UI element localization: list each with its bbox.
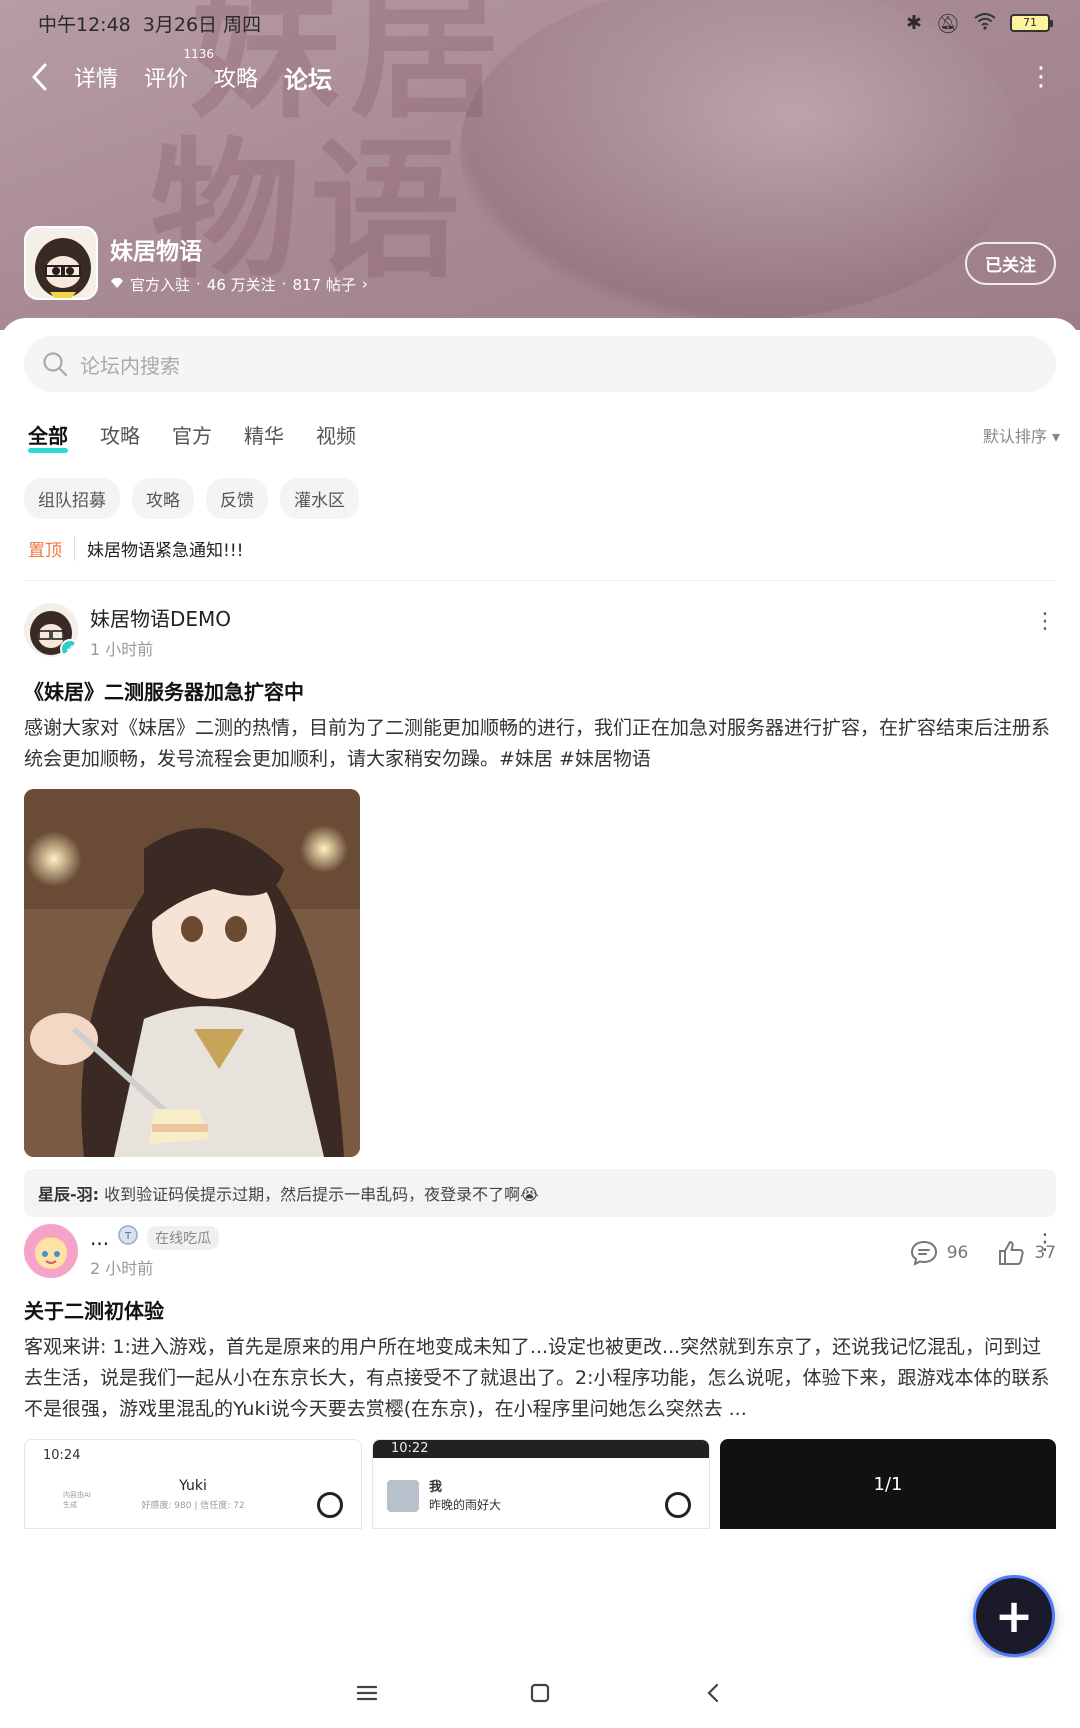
forum-header: 妹居物语 官方入驻 · 46 万关注 · 817 帖子 › 已关注	[24, 226, 1056, 300]
pinned-post[interactable]: 置顶 妹居物语紧急通知!!!	[28, 536, 243, 561]
status-bar: 中午12:48 3月26日 周四 ✱ 🔕︎ 71	[38, 8, 1053, 38]
post-thumbnail[interactable]: 10:24 Yuki 好感度: 980 | 信任度: 72 内容由AI生成	[24, 1439, 362, 1529]
status-date: 3月26日 周四	[142, 13, 262, 36]
battery-icon: 71	[1010, 14, 1053, 32]
thumb-counter: 1/1	[873, 1473, 903, 1495]
post-author[interactable]: 妹居物语DEMO	[90, 603, 231, 632]
thumb-time: 10:24	[43, 1448, 81, 1463]
comment-text: 收到验证码侯提示过期，然后提示一串乱码，夜登录不了啊😭	[104, 1185, 539, 1204]
thumb-time: 10:22	[391, 1441, 429, 1456]
post-title: 《妹居》二测服务器加急扩容中	[24, 680, 304, 704]
comment-author: 星辰-羽:	[38, 1185, 100, 1204]
post-thumbnail[interactable]: 1/1	[720, 1439, 1056, 1529]
mute-icon: 🔕︎	[935, 12, 960, 35]
sort-dropdown[interactable]: 默认排序 ▾	[983, 423, 1060, 447]
bluetooth-icon: ✱	[905, 12, 922, 34]
chevron-right-icon: ›	[361, 275, 368, 293]
post-title: 关于二测初体验	[24, 1299, 164, 1323]
tag-feedback[interactable]: 反馈	[206, 478, 268, 519]
svg-text:T: T	[124, 1231, 132, 1242]
forum-followers: 46 万关注	[206, 275, 276, 294]
search-icon	[43, 352, 68, 377]
post-time: 1 小时前	[90, 640, 154, 659]
reviews-count-badge: 1136	[183, 47, 215, 61]
pinned-title: 妹居物语紧急通知!!!	[87, 541, 244, 561]
category-featured[interactable]: 精华	[244, 420, 284, 449]
top-nav: 详情 评价 1136 攻略 论坛 ⋮	[24, 47, 1056, 99]
forum-content: 论坛内搜索 全部 攻略 官方 精华 视频 默认排序 ▾ 组队招募 攻略 反馈 灌…	[0, 318, 1080, 1658]
thumb-avatar	[387, 1480, 419, 1512]
category-tabs: 全部 攻略 官方 精华 视频 默认排序 ▾	[28, 420, 1060, 453]
category-guides[interactable]: 攻略	[100, 420, 140, 449]
tag-team-recruit[interactable]: 组队招募	[24, 478, 120, 519]
post-time: 2 小时前	[90, 1259, 154, 1278]
tab-forum[interactable]: 论坛	[284, 60, 333, 97]
post-image-grid: 10:24 Yuki 好感度: 980 | 信任度: 72 内容由AI生成 10…	[24, 1439, 1056, 1529]
post-more-icon[interactable]: ⋮	[1034, 603, 1056, 634]
home-icon[interactable]	[520, 1673, 560, 1713]
tab-details[interactable]: 详情	[74, 61, 118, 93]
forum-meta[interactable]: 官方入驻 · 46 万关注 · 817 帖子 ›	[110, 274, 368, 295]
wifi-icon	[974, 12, 996, 35]
avatar[interactable]	[24, 1224, 78, 1278]
record-icon	[665, 1492, 691, 1518]
tag-chat[interactable]: 灌水区	[280, 478, 359, 519]
follow-button[interactable]: 已关注	[965, 241, 1056, 285]
system-back-icon[interactable]	[693, 1673, 733, 1713]
divider	[24, 580, 1056, 581]
new-post-button[interactable]: +	[976, 1578, 1052, 1654]
plus-icon: +	[994, 1589, 1034, 1643]
forum-posts: 817 帖子	[292, 275, 356, 294]
more-options-icon[interactable]: ⋮	[1026, 62, 1056, 92]
category-official[interactable]: 官方	[172, 420, 212, 449]
thumb-name: 我	[429, 1480, 443, 1495]
tag-filters: 组队招募 攻略 反馈 灌水区	[24, 478, 359, 519]
status-time: 中午12:48	[38, 13, 131, 36]
pinned-label: 置顶	[28, 536, 75, 561]
post-card[interactable]: ✓ 妹居物语DEMO 1 小时前 ⋮ 《妹居》二测服务器加急扩容中 感谢大家对《…	[24, 603, 1056, 1267]
search-placeholder: 论坛内搜索	[80, 353, 180, 378]
tag-guides[interactable]: 攻略	[132, 478, 194, 519]
forum-logo	[24, 226, 98, 300]
comment-preview[interactable]: 星辰-羽: 收到验证码侯提示过期，然后提示一串乱码，夜登录不了啊😭	[24, 1169, 1056, 1217]
verified-icon: ✓	[60, 639, 78, 657]
caret-down-icon: ▾	[1051, 426, 1060, 446]
back-button[interactable]	[24, 57, 54, 97]
level-badge-icon: T	[117, 1224, 139, 1251]
forum-title: 妹居物语	[110, 238, 202, 265]
system-nav-bar	[0, 1658, 1080, 1728]
forum-banner: 妹居 物语 中午12:48 3月26日 周四 ✱ 🔕︎ 71 详情 评价 1136…	[0, 0, 1080, 330]
post-body: 感谢大家对《妹居》二测的热情，目前为了二测能更加顺畅的进行，我们正在加急对服务器…	[24, 717, 1051, 770]
post-author[interactable]: ...	[90, 1226, 109, 1250]
author-title-badge: 在线吃瓜	[147, 1225, 220, 1250]
tab-reviews[interactable]: 评价 1136	[144, 47, 214, 93]
menu-icon[interactable]	[347, 1673, 387, 1713]
post-body: 客观来讲: 1:进入游戏，首先是原来的用户所在地变成未知了...设定也被更改..…	[24, 1336, 1050, 1420]
forum-official: 官方入驻	[130, 275, 191, 294]
post-card[interactable]: ... T 在线吃瓜 2 小时前 ⋮ 关于二测初体验 客观来讲: 1:进入游戏，…	[24, 1224, 1056, 1529]
diamond-icon	[110, 275, 124, 293]
tab-guides[interactable]: 攻略	[214, 61, 258, 93]
post-thumbnail[interactable]: 10:22 我 昨晚的雨好大	[372, 1439, 710, 1529]
thumb-note: 内容由AI生成	[63, 1491, 91, 1509]
category-videos[interactable]: 视频	[316, 420, 356, 449]
divider	[24, 1204, 1056, 1205]
search-input[interactable]: 论坛内搜索	[24, 336, 1056, 392]
thumb-text: 昨晚的雨好大	[429, 1498, 502, 1512]
record-icon	[317, 1492, 343, 1518]
avatar[interactable]: ✓	[24, 603, 78, 657]
category-all[interactable]: 全部	[28, 420, 68, 453]
post-image[interactable]	[24, 789, 360, 1157]
post-more-icon[interactable]: ⋮	[1034, 1224, 1056, 1255]
